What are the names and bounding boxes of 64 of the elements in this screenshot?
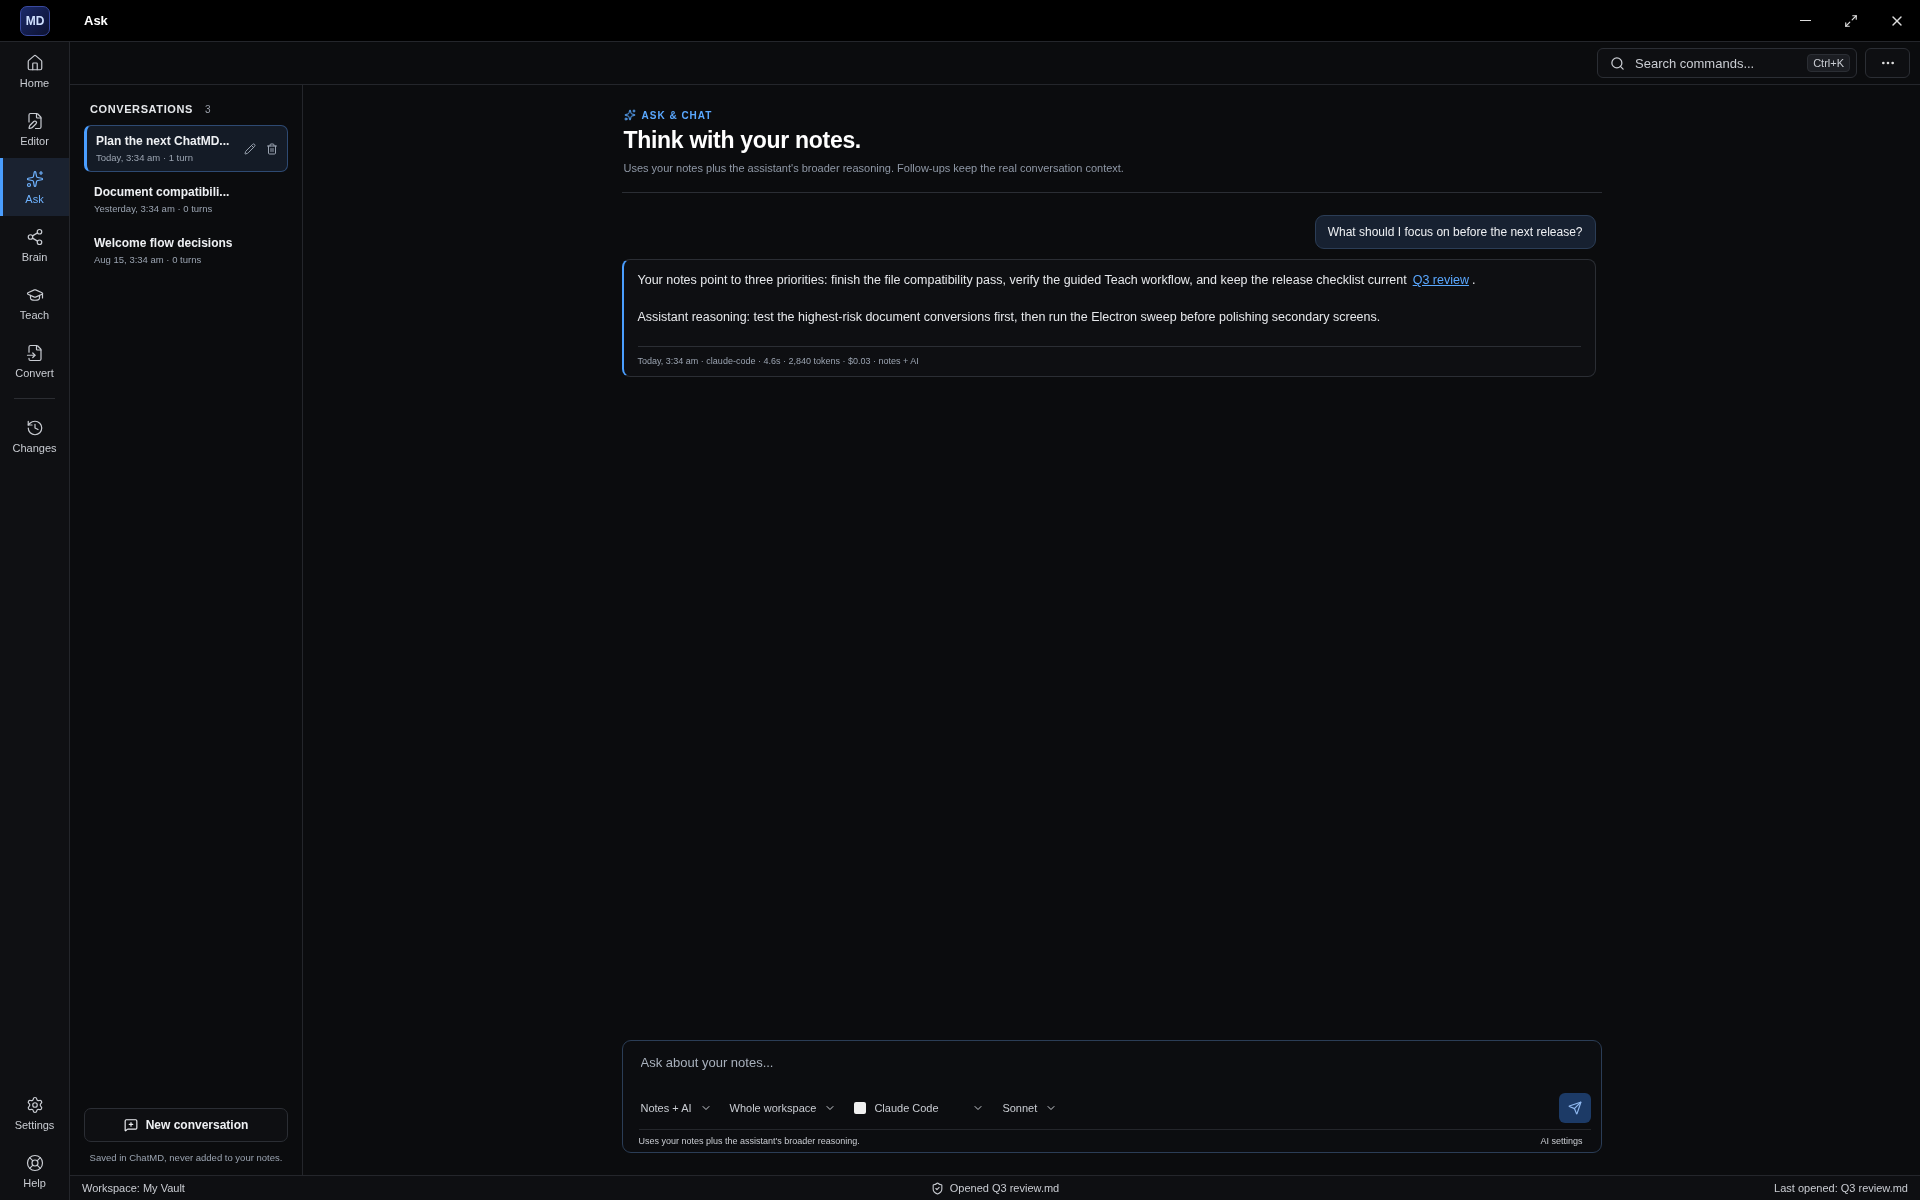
nav-item[interactable]: Home xyxy=(0,42,69,100)
window-title: Ask xyxy=(84,13,108,28)
provider-icon xyxy=(854,1102,867,1114)
shield-check-icon xyxy=(930,1181,944,1195)
conversation-title: Welcome flow decisions xyxy=(94,236,234,250)
section-label: ASK & CHAT xyxy=(641,109,713,121)
nav-item[interactable]: Brain xyxy=(0,216,69,274)
nav-item[interactable]: Ask xyxy=(0,158,69,216)
house-icon xyxy=(25,53,44,72)
conversation-item[interactable]: Welcome flow decisions Aug 15, 3:34 am · 0 turns xyxy=(84,227,288,274)
message-meta: Today, 3:34 am · claude-code · 4.6s · 2,840 tokens · $0.03 · notes + AI xyxy=(637,346,1581,366)
message-paragraph: Your notes point to three priorities: finish the file compatibility pass, verify the guided Teach workflow, and keep the release checklist current Q3 review . xyxy=(637,272,1477,289)
panel-title: CONVERSATIONS xyxy=(90,103,193,115)
conversation-meta: Aug 15, 3:34 am · 0 turns xyxy=(94,254,203,265)
note-link[interactable]: Q3 review xyxy=(1412,273,1469,287)
sparkles-icon xyxy=(623,109,636,121)
app-logo: MD xyxy=(20,5,50,36)
maximize-icon xyxy=(1844,13,1858,28)
search-icon xyxy=(1610,55,1625,71)
new-conversation-button[interactable]: New conversation xyxy=(84,1108,288,1142)
send-icon xyxy=(1567,1101,1582,1115)
dropdown-selector[interactable]: Whole workspace xyxy=(727,1098,839,1118)
conversation-meta: Yesterday, 3:34 am · 0 turns xyxy=(94,203,214,214)
nav-item[interactable]: Changes xyxy=(0,407,69,465)
search-input[interactable]: Search commands... xyxy=(1633,54,1800,72)
user-message: What should I focus on before the next release? xyxy=(1314,215,1596,249)
dropdown-selector[interactable]: Notes + AI xyxy=(638,1098,714,1118)
minimize-icon xyxy=(1799,19,1811,22)
last-opened-status: Last opened: Q3 review.md xyxy=(1774,1182,1908,1194)
conversation-meta: Today, 3:34 am · 1 turn xyxy=(96,152,194,163)
history-icon xyxy=(25,418,44,437)
trash-icon xyxy=(266,142,278,155)
storage-note: Saved in ChatMD, never added to your notes. xyxy=(88,1152,284,1163)
nav-item[interactable]: Teach xyxy=(0,274,69,332)
share-nodes-icon xyxy=(25,227,44,246)
page-heading: Think with your notes. xyxy=(623,127,862,154)
nav-item[interactable]: Help xyxy=(0,1142,69,1200)
message-plus-icon xyxy=(123,1118,138,1132)
workspace-status: Workspace: My Vault xyxy=(82,1182,185,1194)
search-field[interactable]: Search commands... Ctrl+K xyxy=(1597,48,1857,78)
sparkles-icon xyxy=(25,169,44,188)
message-paragraph: Assistant reasoning: test the highest-risk document conversions first, then run the Electron sweep before polishing secondary screens. xyxy=(637,309,1382,326)
mode-hint: Uses your notes plus the assistant's broader reasoning. xyxy=(638,1136,860,1146)
dropdown-selector[interactable]: Sonnet xyxy=(1000,1098,1060,1118)
file-arrow-icon xyxy=(25,343,44,362)
shortcut-hint: Ctrl+K xyxy=(1807,54,1850,72)
conversation-count: 3 xyxy=(204,103,211,115)
prompt-input[interactable]: Ask about your notes... xyxy=(638,1054,1591,1071)
dropdown-selector[interactable]: Claude Code xyxy=(852,1098,987,1118)
file-pen-icon xyxy=(25,111,44,130)
ai-settings-link[interactable]: AI settings xyxy=(1540,1136,1583,1146)
send-button[interactable] xyxy=(1558,1093,1591,1123)
conversation-title: Document compatibili... xyxy=(94,185,231,199)
nav-item[interactable]: Editor xyxy=(0,100,69,158)
conversation-item[interactable]: Plan the next ChatMD... Today, 3:34 am · 1 turn xyxy=(84,125,288,172)
lifebuoy-icon xyxy=(25,1153,44,1172)
settings-icon xyxy=(25,1095,44,1114)
file-status: Opened Q3 review.md xyxy=(949,1182,1060,1194)
conversation-title: Plan the next ChatMD... xyxy=(96,134,231,148)
pencil-icon xyxy=(244,142,256,155)
page-subtitle: Uses your notes plus the assistant's broader reasoning. Follow-ups keep the real conversation context. xyxy=(623,162,1125,174)
nav-item[interactable]: Convert xyxy=(0,332,69,390)
nav-item[interactable]: Settings xyxy=(0,1084,69,1142)
conversation-item[interactable]: Document compatibili... Yesterday, 3:34 am · 0 turns xyxy=(84,176,288,223)
